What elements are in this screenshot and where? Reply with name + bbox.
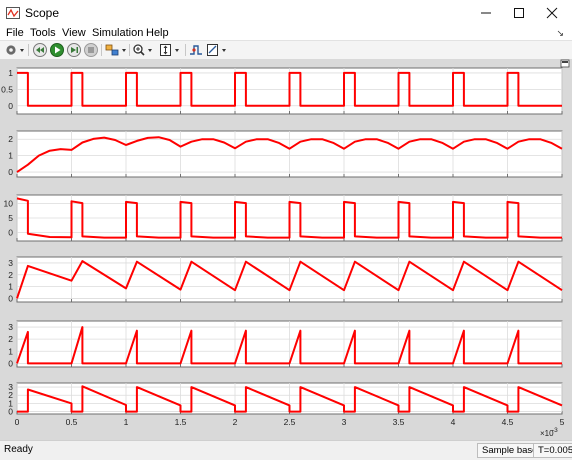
x-tick-label: 0 (15, 417, 20, 427)
x-tick-label: 1.5 (175, 417, 187, 427)
status-time: T=0.005 (533, 443, 572, 458)
toolbar-separator (185, 44, 186, 56)
y-tick-label: 0.5 (1, 84, 13, 94)
menu-tools[interactable]: Tools (30, 26, 56, 40)
scope-display: 00.5101205100123012301230 0.5 1 1.5 2 2.5 3 3.5… (1, 59, 570, 438)
y-tick-label: 0 (8, 101, 13, 111)
y-tick-label: 0 (8, 358, 13, 368)
close-icon (546, 7, 558, 19)
cursor-measurements-button[interactable] (205, 42, 229, 58)
x-tick-label: 5 (560, 417, 565, 427)
triggers-button[interactable] (188, 42, 204, 58)
y-tick-label: 2 (8, 134, 13, 144)
x-tick-label: 3 (342, 417, 347, 427)
menu-file[interactable]: File (6, 26, 24, 40)
triggers-icon (190, 45, 202, 55)
y-tick-label: 1 (8, 68, 13, 78)
menu-view[interactable]: View (62, 26, 86, 40)
x-tick-label: 3.5 (393, 417, 405, 427)
rewind-button[interactable] (32, 42, 48, 58)
menu-bar: File Tools View Simulation Help ↘ (0, 26, 572, 40)
y-tick-label: 1 (8, 282, 13, 292)
step-forward-button[interactable] (66, 42, 82, 58)
step-forward-icon (67, 43, 81, 57)
y-tick-label: 1 (8, 346, 13, 356)
title-bar: Scope (0, 0, 572, 27)
x-tick-label: 4.5 (502, 417, 514, 427)
window-title: Scope (25, 6, 60, 20)
run-button[interactable] (49, 42, 65, 58)
close-button[interactable] (532, 0, 572, 26)
menu-simulation[interactable]: Simulation (92, 26, 143, 40)
y-tick-label: 0 (8, 227, 13, 237)
fit-axes-button[interactable] (158, 42, 182, 58)
y-tick-label: 2 (8, 334, 13, 344)
x-tick-label: 1 (124, 417, 129, 427)
zoom-icon (133, 44, 152, 56)
y-tick-label: 5 (8, 213, 13, 223)
x-tick-label: 2 (233, 417, 238, 427)
scope-app-icon (6, 7, 20, 19)
x-tick-label: 2.5 (284, 417, 296, 427)
highlight-icon (105, 44, 126, 56)
y-tick-label: 1 (8, 151, 13, 161)
configuration-button[interactable] (4, 42, 26, 58)
stop-button[interactable] (83, 42, 99, 58)
fit-icon (160, 44, 179, 56)
y-tick-label: 2 (8, 270, 13, 280)
menu-overflow-arrow-icon[interactable]: ↘ (556, 26, 564, 40)
rewind-icon (33, 43, 47, 57)
status-ready-text: Ready (4, 444, 33, 455)
layout-restore-icon-bar (562, 61, 568, 63)
status-bar: Ready Sample based T=0.005 (0, 440, 572, 460)
x-tick-label: 0.5 (66, 417, 78, 427)
menu-help[interactable]: Help (146, 26, 169, 40)
y-tick-label: 3 (8, 258, 13, 268)
y-tick-label: 3 (8, 382, 13, 392)
gear-icon (6, 45, 24, 55)
x-tick-label: 4 (451, 417, 456, 427)
time-scale-exponent: -3 (552, 427, 558, 434)
scope-plot-area: 0 0.5 1 0 1 2 0 5 10 0 1 2 3 0 1 2 3 0 1 2 3 0 0.5 1 1.5 2 2.5 3 3.5… (0, 59, 572, 440)
toolbar-separator (101, 44, 102, 56)
toolbar (0, 40, 572, 60)
zoom-button[interactable] (131, 42, 155, 58)
toolbar-separator (28, 44, 29, 56)
y-tick-label: 0 (8, 293, 13, 303)
run-icon (50, 43, 64, 57)
stop-icon (84, 43, 98, 57)
y-tick-label: 0 (8, 167, 13, 177)
highlight-block-button[interactable] (104, 42, 128, 58)
y-tick-label: 3 (8, 322, 13, 332)
cursor-measure-icon (207, 44, 226, 56)
y-tick-label: 10 (4, 199, 14, 209)
toolbar-separator (129, 44, 130, 56)
